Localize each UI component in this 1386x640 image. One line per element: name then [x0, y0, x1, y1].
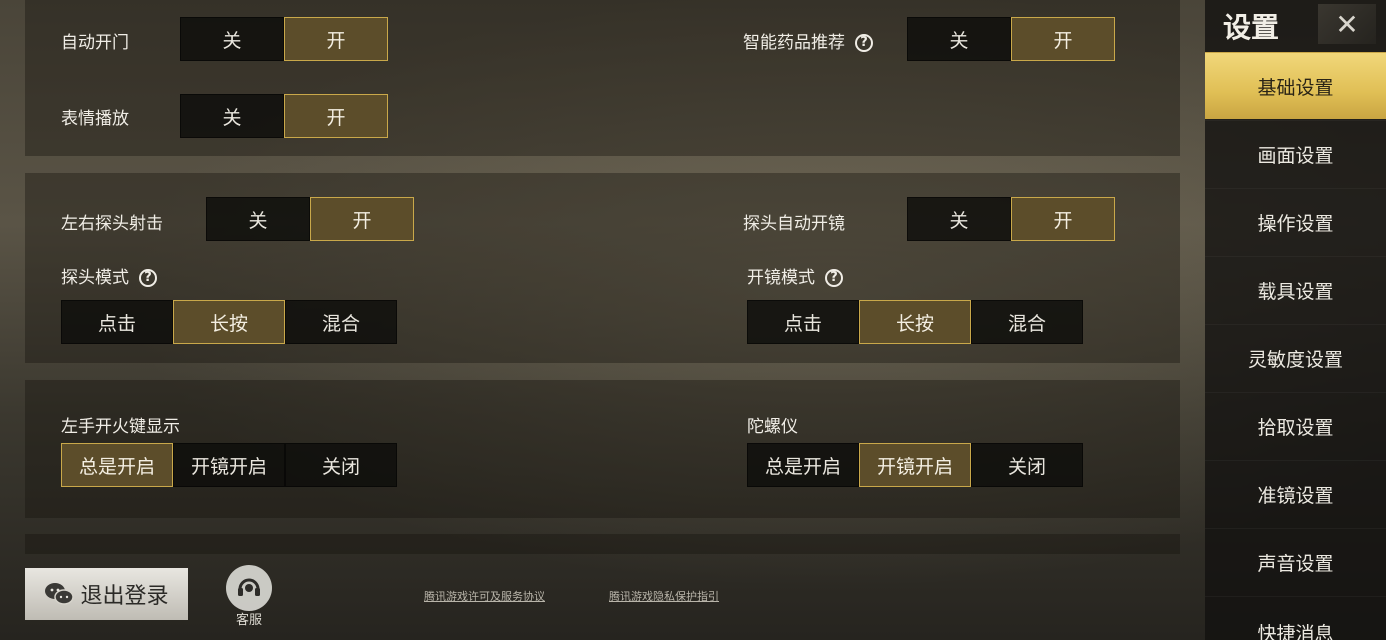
peek-mode-label: 探头模式?	[61, 263, 157, 288]
auto-door-off[interactable]: 关	[180, 17, 284, 61]
close-icon: ✕	[1335, 7, 1359, 41]
scope-mode-mixed[interactable]: 混合	[971, 300, 1083, 344]
left-fire-selector: 总是开启 开镜开启 关闭	[61, 443, 397, 487]
section-peek: 左右探头射击 关 开 探头自动开镜 关 开 探头模式? 点击 长按 混合 开镜模…	[25, 173, 1180, 363]
logout-button[interactable]: 退出登录	[25, 568, 188, 620]
gyro-scoped[interactable]: 开镜开启	[859, 443, 971, 487]
left-fire-off[interactable]: 关闭	[285, 443, 397, 487]
emote-toggle: 关 开	[180, 94, 388, 138]
sidebar-item-graphics[interactable]: 画面设置	[1205, 120, 1386, 187]
scope-mode-label: 开镜模式?	[747, 263, 843, 288]
privacy-link[interactable]: 腾讯游戏隐私保护指引	[609, 588, 719, 604]
peek-mode-mixed[interactable]: 混合	[285, 300, 397, 344]
peek-mode-hold[interactable]: 长按	[173, 300, 285, 344]
left-fire-always[interactable]: 总是开启	[61, 443, 173, 487]
sidebar-item-sensitivity[interactable]: 灵敏度设置	[1205, 324, 1386, 391]
sidebar-item-controls[interactable]: 操作设置	[1205, 188, 1386, 255]
auto-door-on[interactable]: 开	[284, 17, 388, 61]
left-fire-label: 左手开火键显示	[61, 417, 180, 437]
sidebar-item-pickup[interactable]: 拾取设置	[1205, 392, 1386, 459]
wechat-icon	[44, 581, 75, 607]
sidebar-item-sound[interactable]: 声音设置	[1205, 528, 1386, 595]
close-button[interactable]: ✕	[1318, 4, 1376, 44]
gyro-label: 陀螺仪	[747, 417, 798, 437]
service-label: 客服	[235, 613, 262, 628]
sidebar-title: 设置	[1223, 11, 1280, 44]
left-fire-scoped[interactable]: 开镜开启	[173, 443, 285, 487]
peek-fire-on[interactable]: 开	[310, 197, 414, 241]
gyro-off[interactable]: 关闭	[971, 443, 1083, 487]
section-fire-gyro: 左手开火键显示 总是开启 开镜开启 关闭 陀螺仪 总是开启 开镜开启 关闭	[25, 380, 1180, 518]
smart-med-label: 智能药品推荐?	[743, 28, 873, 53]
peek-mode-selector: 点击 长按 混合	[61, 300, 397, 344]
emote-label: 表情播放	[61, 109, 129, 129]
peek-scope-off[interactable]: 关	[907, 197, 1011, 241]
peek-fire-label: 左右探头射击	[61, 214, 163, 234]
help-icon[interactable]: ?	[825, 269, 843, 287]
emote-off[interactable]: 关	[180, 94, 284, 138]
sidebar-item-vehicle[interactable]: 载具设置	[1205, 256, 1386, 323]
customer-service-button[interactable]: 客服	[220, 565, 278, 631]
sidebar-header: 设置 ✕	[1205, 0, 1386, 50]
scope-mode-selector: 点击 长按 混合	[747, 300, 1083, 344]
smart-med-off[interactable]: 关	[907, 17, 1011, 61]
settings-panel: 自动开门 关 开 智能药品推荐? 关 开 表情播放 关 开 左右探头射击 关 开…	[0, 0, 1180, 640]
settings-sidebar: 设置 ✕ 基础设置 画面设置 操作设置 载具设置 灵敏度设置 拾取设置 准镜设置…	[1205, 0, 1386, 640]
peek-fire-off[interactable]: 关	[206, 197, 310, 241]
help-icon[interactable]: ?	[139, 269, 157, 287]
section-basic-toggles: 自动开门 关 开 智能药品推荐? 关 开 表情播放 关 开	[25, 0, 1180, 156]
scope-mode-tap[interactable]: 点击	[747, 300, 859, 344]
peek-mode-tap[interactable]: 点击	[61, 300, 173, 344]
gyro-selector: 总是开启 开镜开启 关闭	[747, 443, 1083, 487]
scope-mode-text: 开镜模式	[747, 268, 815, 288]
emote-on[interactable]: 开	[284, 94, 388, 138]
smart-med-on[interactable]: 开	[1011, 17, 1115, 61]
section-next-partial	[25, 534, 1180, 554]
sidebar-item-quick-message[interactable]: 快捷消息	[1205, 596, 1386, 640]
scope-mode-hold[interactable]: 长按	[859, 300, 971, 344]
peek-fire-toggle: 关 开	[206, 197, 414, 241]
smart-med-toggle: 关 开	[907, 17, 1115, 61]
auto-door-label: 自动开门	[61, 33, 129, 53]
logout-label: 退出登录	[80, 584, 169, 609]
peek-mode-text: 探头模式	[61, 268, 129, 288]
help-icon[interactable]: ?	[855, 34, 873, 52]
sidebar-item-basic[interactable]: 基础设置	[1205, 52, 1386, 119]
license-link[interactable]: 腾讯游戏许可及服务协议	[424, 588, 545, 604]
auto-door-toggle: 关 开	[180, 17, 388, 61]
peek-scope-toggle: 关 开	[907, 197, 1115, 241]
sidebar-item-crosshair[interactable]: 准镜设置	[1205, 460, 1386, 527]
peek-scope-on[interactable]: 开	[1011, 197, 1115, 241]
peek-scope-label: 探头自动开镜	[743, 214, 845, 234]
headset-icon	[226, 565, 272, 611]
gyro-always[interactable]: 总是开启	[747, 443, 859, 487]
smart-med-text: 智能药品推荐	[743, 33, 845, 53]
